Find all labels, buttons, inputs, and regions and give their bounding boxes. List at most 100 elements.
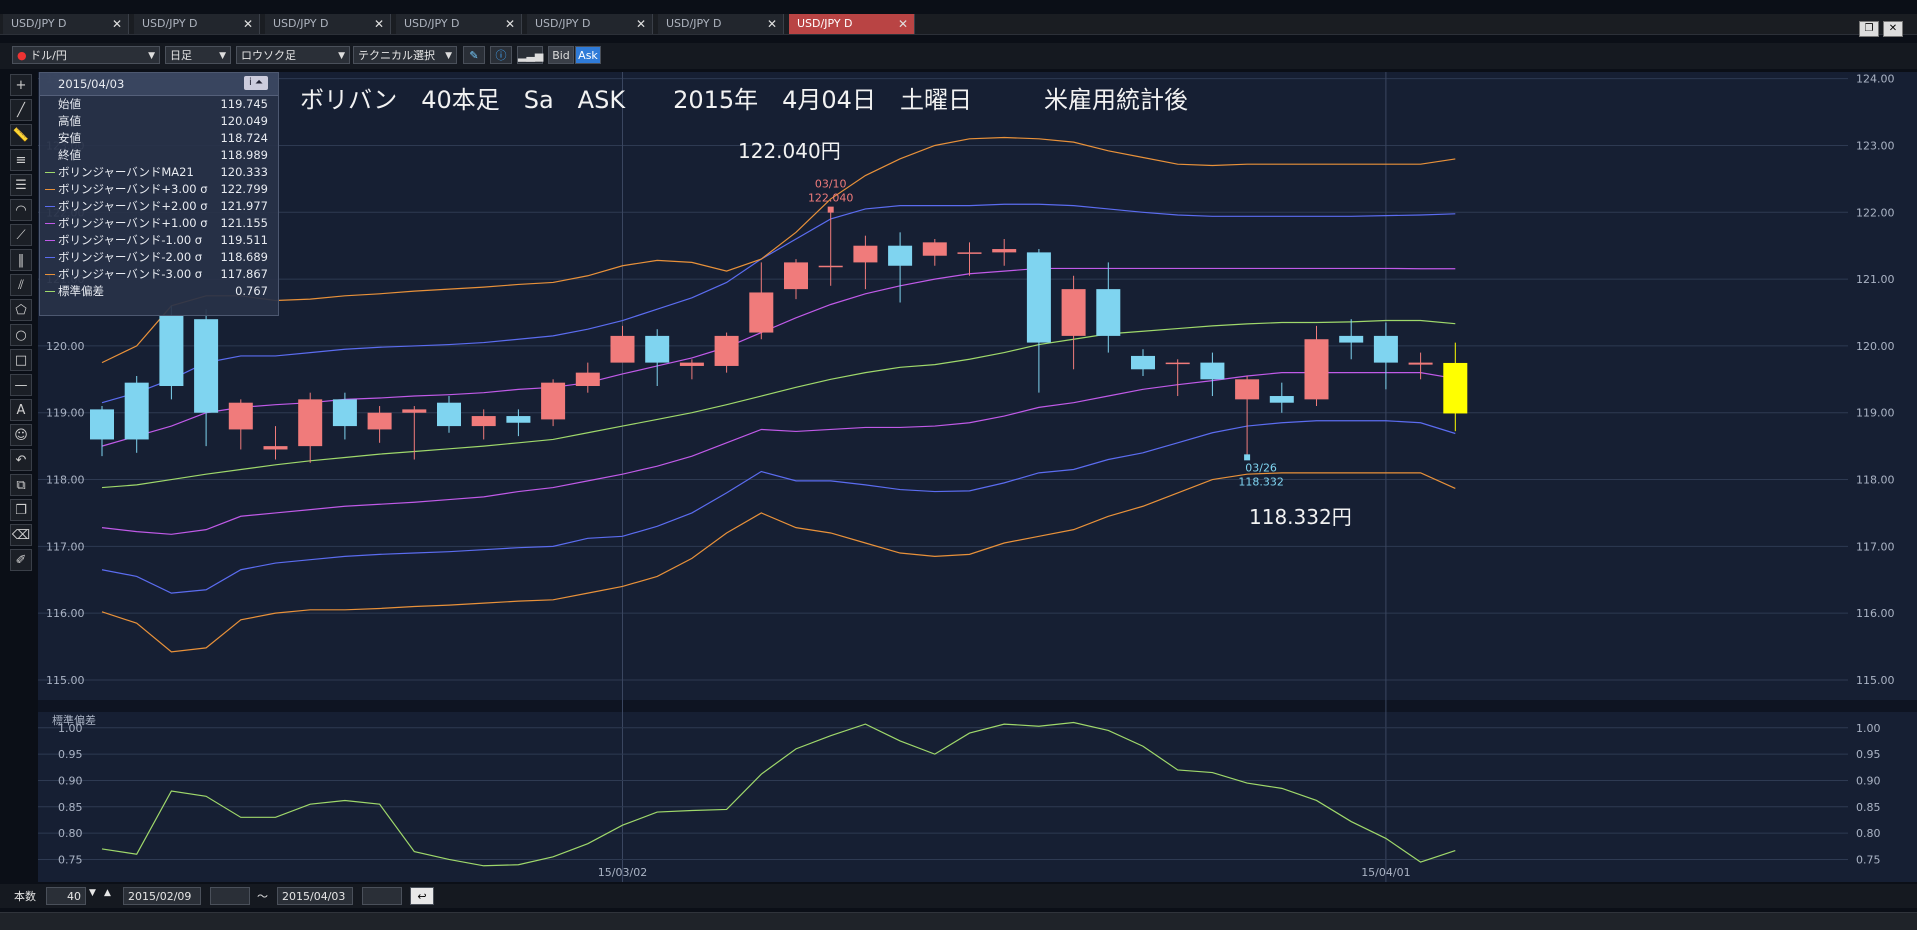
volume-icon[interactable]: ▂▃▅ — [517, 46, 543, 64]
legend-line-icon — [45, 257, 55, 258]
candle-body — [645, 335, 670, 363]
line-icon[interactable]: ╱ — [10, 99, 32, 121]
tab-usd-jpy-5[interactable]: USD/JPY D ✕ — [527, 14, 653, 34]
return-icon[interactable]: ↩ — [410, 887, 434, 905]
ask-button[interactable]: Ask — [575, 46, 601, 64]
crosshair-icon[interactable]: + — [10, 74, 32, 96]
count-up-icon[interactable]: ▲ — [104, 888, 111, 898]
arc-icon[interactable]: ◠ — [10, 199, 32, 221]
tab-close-icon[interactable]: ✕ — [767, 14, 777, 34]
info-row: 終値 118.989 — [40, 147, 278, 164]
eraser-icon[interactable]: ⌫ — [10, 524, 32, 546]
stddev-tick-label: 0.95 — [1856, 748, 1881, 761]
high-price-label: 122.040円 — [738, 139, 841, 163]
chevron-down-icon: ▼ — [219, 51, 226, 61]
stddev-tick-label-left: 0.75 — [58, 853, 83, 866]
candle-body — [159, 315, 184, 386]
vertical-lines-icon[interactable]: ‖ — [10, 249, 32, 271]
channel-icon[interactable]: ⫽ — [10, 274, 32, 296]
info-label: ボリンジャーバンドMA21 — [58, 165, 194, 179]
candle-body — [922, 242, 947, 256]
indicator-value: テクニカル選択 — [358, 49, 435, 62]
info-icon[interactable]: ⓘ — [490, 46, 512, 64]
count-field[interactable]: 40 — [46, 887, 86, 905]
fib-icon[interactable]: ☰ — [10, 174, 32, 196]
candle-body — [437, 402, 461, 427]
price-tick-label-left: 116.00 — [46, 607, 85, 620]
text-icon[interactable]: A — [10, 399, 32, 421]
info-row: ボリンジャーバンドMA21 120.333 — [40, 164, 278, 181]
indicator-select[interactable]: テクニカル選択 ▼ — [353, 46, 457, 64]
pencil-icon[interactable]: ✎ — [463, 46, 485, 64]
currency-pair-select[interactable]: ● ドル/円 ▼ — [12, 46, 160, 64]
info-row: ボリンジャーバンド-3.00 σ 117.867 — [40, 266, 278, 283]
price-tick-label: 117.00 — [1856, 540, 1895, 553]
info-label: 終値 — [58, 148, 81, 162]
info-value: 119.745 — [220, 97, 268, 111]
chart-type-select[interactable]: ロウソク足 ▼ — [236, 46, 350, 64]
tab-usd-jpy-1[interactable]: USD/JPY D ✕ — [3, 14, 129, 34]
low-price-label: 118.332円 — [1249, 505, 1352, 529]
low-marker — [1244, 454, 1251, 461]
fan-icon[interactable]: ⟋ — [10, 224, 32, 246]
pages-icon[interactable]: ❐ — [10, 499, 32, 521]
period-select[interactable]: 日足 ▼ — [165, 46, 231, 64]
tab-close-icon[interactable]: ✕ — [898, 14, 908, 34]
info-value: 118.689 — [220, 250, 268, 264]
stddev-tick-label-left: 0.95 — [58, 748, 83, 761]
tab-close-icon[interactable]: ✕ — [112, 14, 122, 34]
tab-close-icon[interactable]: ✕ — [374, 14, 384, 34]
bid-button[interactable]: Bid — [548, 46, 574, 64]
info-value: 122.799 — [220, 182, 268, 196]
candle-body — [1061, 289, 1086, 336]
pentagon-icon[interactable]: ⬠ — [10, 299, 32, 321]
legend-line-icon — [45, 223, 55, 224]
info-label: 高値 — [58, 114, 81, 128]
horizontal-lines-icon[interactable]: ≡ — [10, 149, 32, 171]
hline-icon[interactable]: — — [10, 374, 32, 396]
close-window-icon[interactable]: ✕ — [1883, 21, 1903, 37]
tab-usd-jpy-7[interactable]: USD/JPY D ✕ — [789, 14, 915, 34]
restore-icon[interactable]: ❐ — [1859, 21, 1879, 37]
circle-icon[interactable]: ○ — [10, 324, 32, 346]
candle-body — [714, 335, 739, 366]
price-tick-label: 116.00 — [1856, 607, 1895, 620]
tab-usd-jpy-3[interactable]: USD/JPY D ✕ — [265, 14, 391, 34]
candle-body — [1408, 362, 1433, 365]
eraser-all-icon[interactable]: ✐ — [10, 549, 32, 571]
price-tick-label: 121.00 — [1856, 273, 1895, 286]
stddev-tick-label-left: 0.85 — [58, 801, 83, 814]
tab-usd-jpy-6[interactable]: USD/JPY D ✕ — [658, 14, 784, 34]
chart-area[interactable]: 124.00124.00123.00123.00122.00122.00121.… — [38, 72, 1917, 886]
tab-close-icon[interactable]: ✕ — [505, 14, 515, 34]
tab-close-icon[interactable]: ✕ — [636, 14, 646, 34]
stddev-tick-label: 0.85 — [1856, 801, 1881, 814]
to-date-field[interactable]: 2015/04/03 — [277, 887, 353, 905]
chevron-down-icon: ▼ — [148, 51, 155, 61]
tab-usd-jpy-4[interactable]: USD/JPY D ✕ — [396, 14, 522, 34]
undo-icon[interactable]: ↶ — [10, 449, 32, 471]
panel-separator — [38, 700, 1917, 712]
chart-svg[interactable]: 124.00124.00123.00123.00122.00122.00121.… — [38, 72, 1917, 882]
chevron-down-icon: ▼ — [445, 51, 452, 61]
price-tick-label-left: 119.00 — [46, 407, 85, 420]
candle-body — [818, 265, 843, 268]
info-toggle-icon[interactable]: i ⏶ — [244, 76, 268, 90]
from-time-field[interactable] — [210, 887, 250, 905]
info-row: ボリンジャーバンド+1.00 σ 121.155 — [40, 215, 278, 232]
legend-line-icon — [45, 172, 55, 173]
stddev-tick-label: 0.90 — [1856, 774, 1881, 787]
stddev-tick-label: 1.00 — [1856, 722, 1881, 735]
tab-close-icon[interactable]: ✕ — [243, 14, 253, 34]
ruler-icon[interactable]: 📏 — [10, 124, 32, 146]
tab-usd-jpy-2[interactable]: USD/JPY D ✕ — [134, 14, 260, 34]
info-label: ボリンジャーバンド+2.00 σ — [58, 199, 208, 213]
candle-body — [332, 399, 357, 427]
emoji-icon[interactable]: ☺ — [10, 424, 32, 446]
rectangle-icon[interactable]: □ — [10, 349, 32, 371]
copy-icon[interactable]: ⧉ — [10, 474, 32, 496]
from-date-field[interactable]: 2015/02/09 — [123, 887, 201, 905]
low-marker-date: 03/26 — [1245, 461, 1277, 474]
count-down-icon[interactable]: ▼ — [89, 888, 96, 898]
to-time-field[interactable] — [362, 887, 402, 905]
